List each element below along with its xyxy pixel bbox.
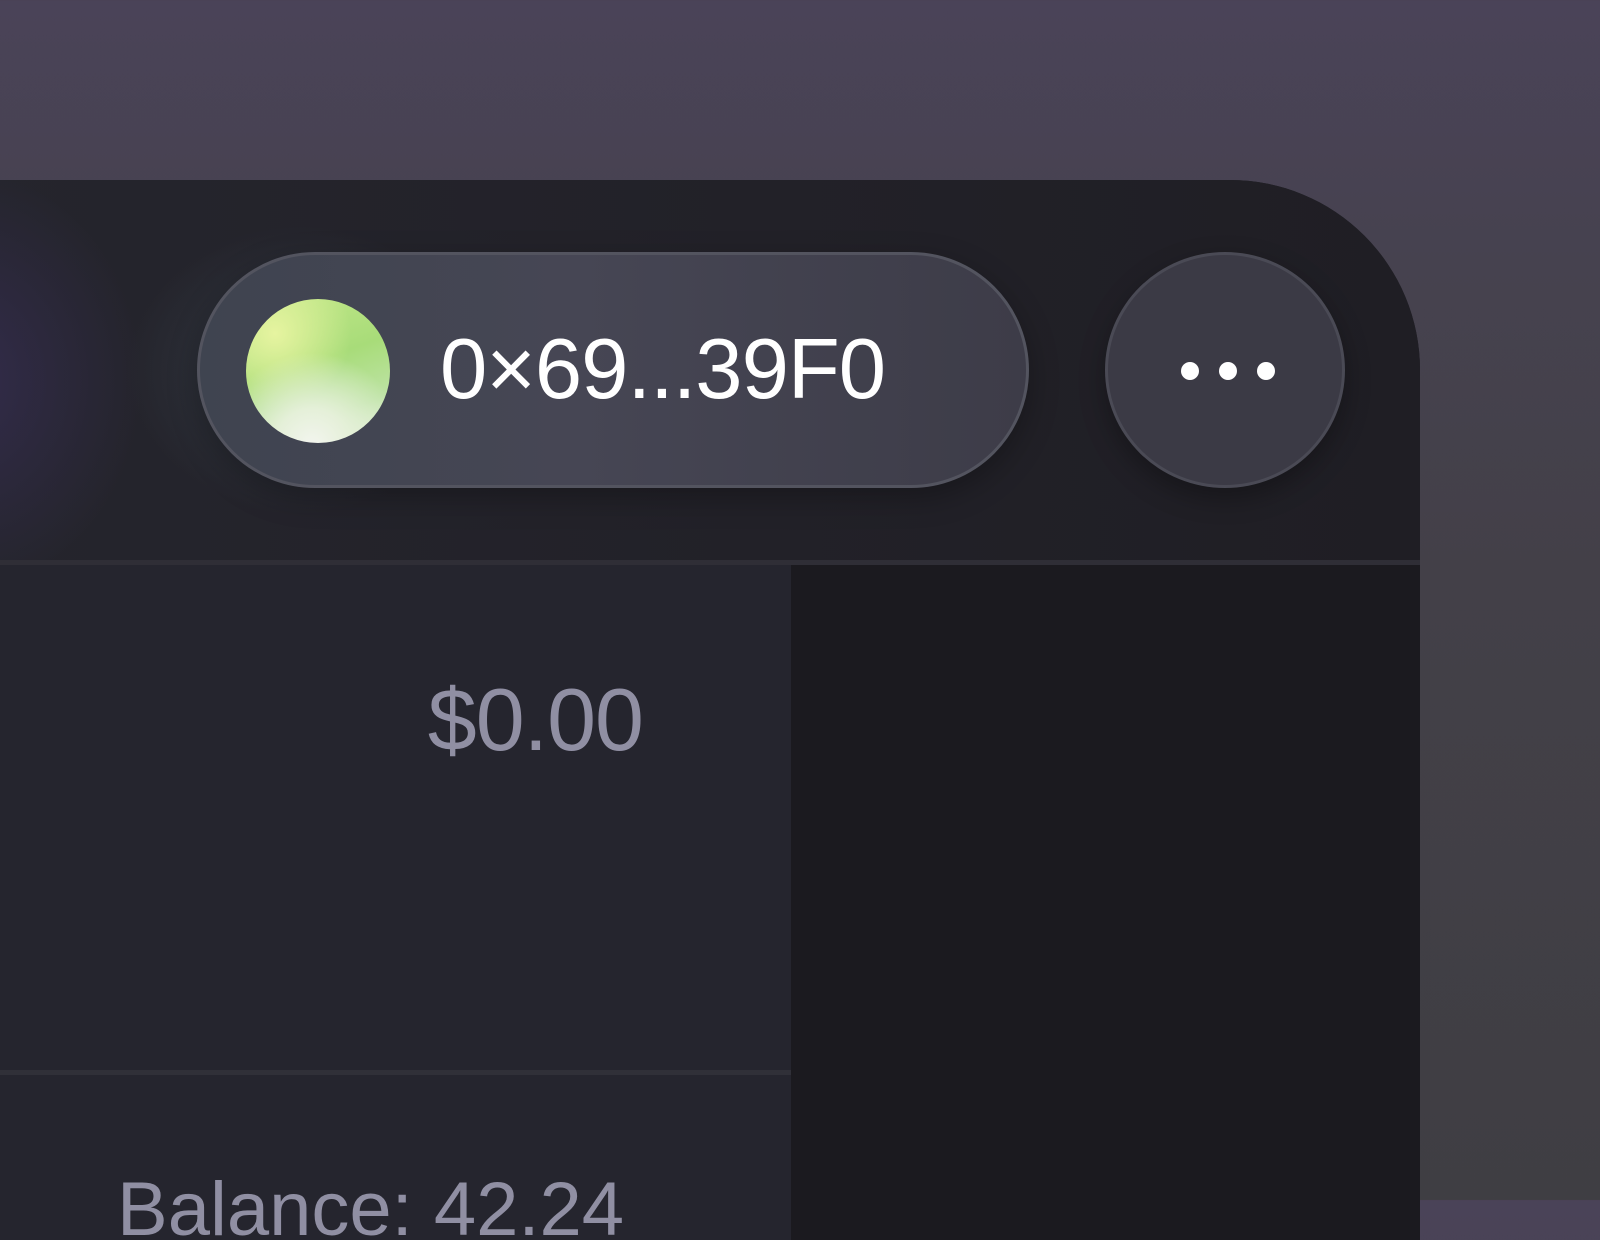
avatar [246,299,390,443]
side-panel [791,565,1420,1240]
more-options-button[interactable] [1105,252,1345,488]
more-horizontal-icon [1181,362,1275,380]
more-dot [1219,362,1237,380]
wallet-address: 0×69...39F0 [440,322,886,417]
more-dot [1181,362,1199,380]
amount-value: $0.00 [427,670,644,769]
balance-text: Balance: 42.24 [117,1167,625,1240]
header-bar: 0×69...39F0 [0,180,1420,560]
wallet-account-button[interactable]: 0×69...39F0 [197,252,1029,488]
more-dot [1257,362,1275,380]
swap-panel: $0.00 Balance: 42.24 [0,565,791,1240]
app-window: 0×69...39F0 $0.00 Balance: 42.24 [0,180,1420,1240]
panel-divider [0,1070,791,1075]
